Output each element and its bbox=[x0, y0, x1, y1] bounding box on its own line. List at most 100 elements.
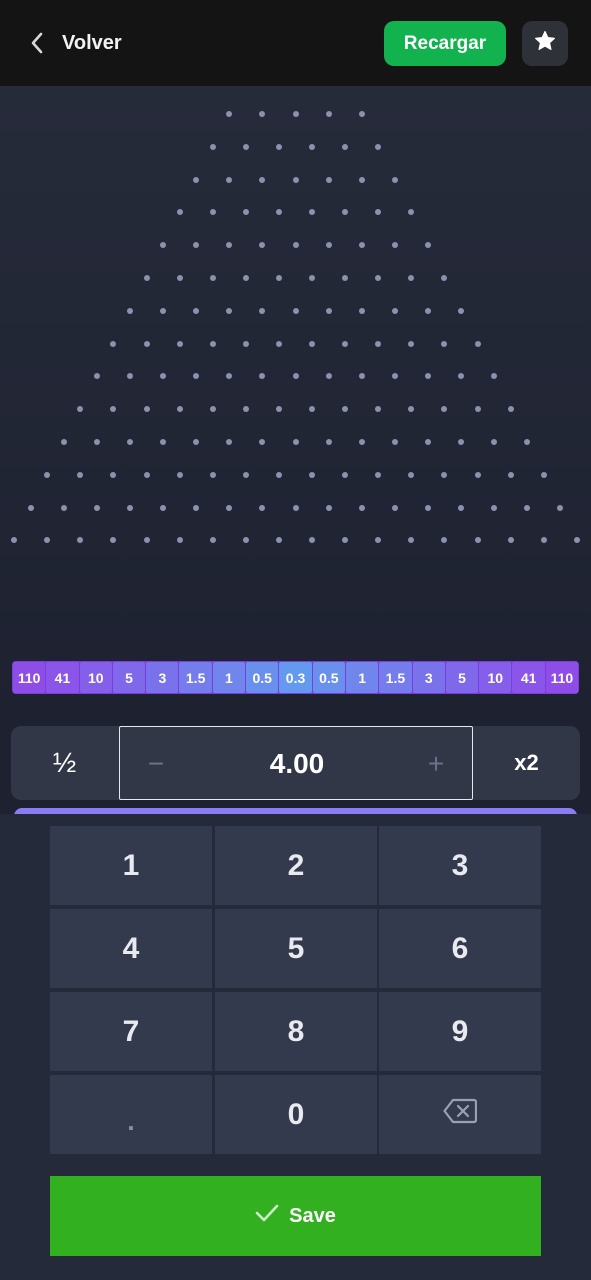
peg bbox=[358, 242, 365, 249]
key-0[interactable]: 0 bbox=[215, 1075, 377, 1154]
peg bbox=[127, 439, 133, 445]
peg bbox=[110, 406, 117, 413]
key-8[interactable]: 8 bbox=[215, 992, 377, 1071]
peg bbox=[209, 537, 216, 544]
top-bar: Volver Recargar bbox=[0, 0, 591, 86]
multiplier-slot: 3 bbox=[412, 662, 445, 693]
peg bbox=[176, 209, 183, 216]
key-2[interactable]: 2 bbox=[215, 826, 377, 905]
peg bbox=[160, 439, 167, 445]
peg bbox=[358, 439, 365, 445]
peg bbox=[474, 471, 481, 478]
peg bbox=[292, 439, 299, 445]
peg bbox=[275, 537, 282, 544]
recharge-button[interactable]: Recargar bbox=[384, 21, 506, 66]
save-button[interactable]: Save bbox=[50, 1176, 541, 1256]
peg bbox=[226, 111, 233, 117]
multiplier-slot: 110 bbox=[13, 662, 46, 693]
peg bbox=[524, 439, 531, 445]
peg bbox=[176, 340, 183, 347]
peg bbox=[127, 307, 133, 314]
half-bet-button[interactable]: ½ bbox=[11, 726, 118, 800]
peg bbox=[143, 340, 150, 347]
peg bbox=[408, 209, 415, 216]
peg bbox=[573, 537, 580, 544]
key-7[interactable]: 7 bbox=[50, 992, 212, 1071]
peg bbox=[110, 340, 117, 347]
peg bbox=[408, 340, 415, 347]
peg bbox=[358, 504, 365, 511]
peg bbox=[143, 537, 150, 544]
key-3[interactable]: 3 bbox=[379, 826, 541, 905]
peg bbox=[441, 340, 448, 347]
peg bbox=[375, 143, 382, 150]
peg bbox=[242, 406, 249, 413]
peg bbox=[325, 242, 332, 249]
peg bbox=[325, 307, 332, 314]
peg bbox=[127, 373, 133, 380]
peg bbox=[391, 307, 398, 314]
peg bbox=[424, 504, 431, 511]
peg bbox=[77, 537, 84, 544]
decrease-button[interactable]: − bbox=[136, 744, 176, 784]
peg bbox=[408, 537, 415, 544]
peg bbox=[309, 275, 316, 281]
peg bbox=[292, 307, 299, 314]
checkmark-icon bbox=[255, 1203, 279, 1229]
back-button[interactable]: Volver bbox=[26, 28, 122, 58]
peg bbox=[474, 340, 481, 347]
peg bbox=[226, 176, 233, 183]
peg bbox=[358, 176, 365, 183]
peg bbox=[474, 406, 481, 413]
key-backspace[interactable] bbox=[379, 1075, 541, 1154]
save-label: Save bbox=[289, 1204, 336, 1227]
peg bbox=[93, 439, 100, 445]
peg bbox=[375, 471, 382, 478]
peg bbox=[60, 504, 67, 511]
peg bbox=[441, 406, 448, 413]
peg bbox=[391, 176, 398, 183]
peg bbox=[209, 275, 216, 281]
peg bbox=[325, 504, 332, 511]
peg bbox=[309, 406, 316, 413]
multiplier-slot: 5 bbox=[112, 662, 146, 693]
increase-button[interactable]: + bbox=[416, 744, 456, 784]
peg bbox=[375, 406, 382, 413]
peg bbox=[44, 471, 51, 478]
key-9[interactable]: 9 bbox=[379, 992, 541, 1071]
multiplier-slot: 0.5 bbox=[312, 662, 345, 693]
peg bbox=[375, 340, 382, 347]
favorite-button[interactable] bbox=[522, 21, 568, 66]
peg bbox=[441, 471, 448, 478]
multiplier-slot: 1 bbox=[345, 662, 379, 693]
key-4[interactable]: 4 bbox=[50, 909, 212, 988]
double-bet-button[interactable]: x2 bbox=[473, 726, 580, 800]
peg bbox=[259, 504, 266, 511]
multiplier-slot: 0.3 bbox=[279, 662, 312, 693]
peg bbox=[209, 209, 216, 216]
peg bbox=[391, 242, 398, 249]
key-decimal[interactable]: . bbox=[50, 1075, 212, 1154]
peg bbox=[259, 307, 266, 314]
star-icon bbox=[533, 29, 557, 58]
peg bbox=[259, 373, 266, 380]
bet-amount-row: ½ − 4.00 + x2 bbox=[11, 726, 580, 800]
peg bbox=[507, 537, 514, 544]
key-5[interactable]: 5 bbox=[215, 909, 377, 988]
peg bbox=[176, 406, 183, 413]
multiplier-slot: 41 bbox=[46, 662, 79, 693]
key-6[interactable]: 6 bbox=[379, 909, 541, 988]
peg bbox=[143, 471, 150, 478]
peg bbox=[226, 307, 233, 314]
peg bbox=[259, 111, 266, 117]
peg bbox=[226, 242, 233, 249]
multiplier-slot: 10 bbox=[79, 662, 112, 693]
bet-amount-input[interactable]: − 4.00 + bbox=[119, 726, 473, 800]
peg bbox=[143, 406, 150, 413]
peg bbox=[110, 471, 117, 478]
key-1[interactable]: 1 bbox=[50, 826, 212, 905]
peg bbox=[408, 471, 415, 478]
peg bbox=[176, 275, 183, 281]
peg bbox=[325, 439, 332, 445]
peg bbox=[242, 143, 249, 150]
